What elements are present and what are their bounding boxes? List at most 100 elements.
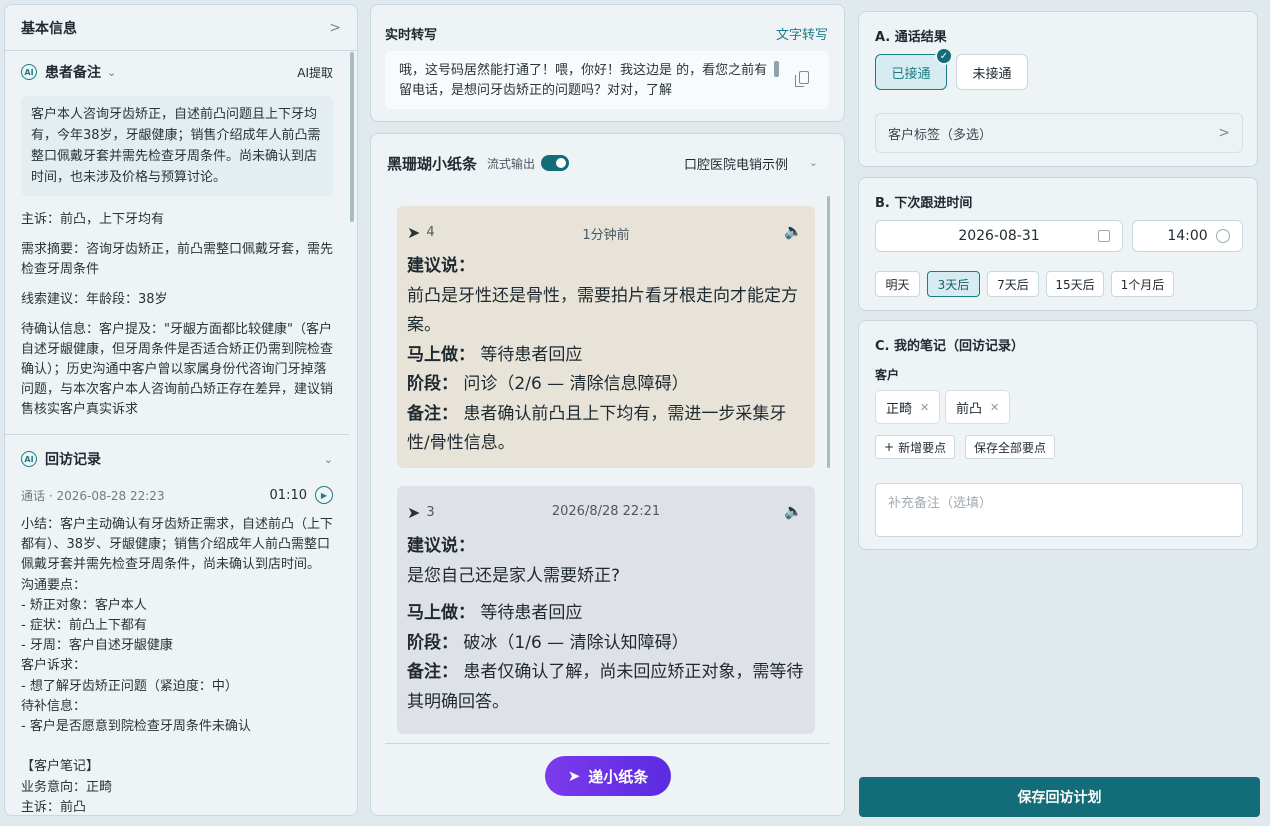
say-label: 建议说：	[407, 256, 475, 276]
patient-note-header: AI 患者备注 ⌄ AI提取	[5, 52, 349, 92]
remark-label: 备注：	[407, 662, 458, 682]
quick-date-chip[interactable]: 明天	[875, 271, 920, 297]
stage-text: 破冰（1/6 — 清除认知障碍）	[463, 632, 689, 653]
remark-label: 备注：	[407, 403, 458, 424]
chevron-down-icon[interactable]: ⌄	[107, 66, 116, 79]
patient-note-text: 客户本人咨询牙齿矫正，自述前凸问题且上下牙均有，今年38岁，牙龈健康；销售介绍成…	[21, 96, 333, 196]
clock-icon	[1216, 229, 1230, 243]
not-connected-button[interactable]: 未接通	[956, 54, 1028, 90]
time-value: 14:00	[1167, 228, 1208, 244]
ai-followup-icon: AI	[21, 451, 37, 467]
left-scroll-area: AI 患者备注 ⌄ AI提取 客户本人咨询牙齿矫正，自述前凸问题且上下牙均有，今…	[5, 52, 349, 815]
left-scrollbar[interactable]	[350, 52, 354, 222]
note-time: 2026/8/28 22:21	[551, 504, 661, 519]
followup-summary: 小结：客户主动确认有牙齿矫正需求，自述前凸（上下都有）、38岁、牙龈健康；销售介…	[21, 517, 334, 815]
note-body: 建议说： 是您自己还是家人需要矫正? 马上做： 等待患者回应 阶段： 破冰（1/…	[407, 532, 805, 717]
add-point-button[interactable]: + 新增要点	[875, 435, 956, 459]
date-value: 2026-08-31	[958, 228, 1040, 244]
scenario-select[interactable]: 口腔医院电销示例	[684, 154, 788, 173]
plus-icon: +	[884, 440, 895, 454]
do-text: 等待患者回应	[480, 603, 583, 623]
chevron-down-icon[interactable]: ⌄	[809, 156, 818, 169]
pending-info-text: 待确认信息：客户提及："牙龈方面都比较健康"（客户自述牙龈健康，但牙周条件是否适…	[21, 322, 334, 417]
stage-label: 阶段：	[407, 374, 458, 394]
patient-note-title: 患者备注	[45, 65, 101, 81]
transcript-title: 实时转写	[385, 27, 438, 43]
my-notes-title: C. 我的笔记（回访记录）	[875, 339, 1025, 354]
customer-label: 客户	[875, 368, 900, 382]
send-note-button[interactable]: ➤ 递小纸条	[545, 756, 671, 796]
say-text: 是您自己还是家人需要矫正?	[407, 565, 621, 586]
close-icon[interactable]: ✕	[990, 401, 999, 414]
followup-header: AI 回访记录 ⌄	[5, 439, 349, 479]
customer-tags-label: 客户标签（多选）	[888, 127, 993, 143]
paper-plane-icon: ➤	[567, 767, 581, 785]
quick-date-chip[interactable]: 15天后	[1046, 271, 1104, 297]
keyword-text: 前凸	[956, 401, 983, 417]
calendar-icon	[1098, 230, 1110, 242]
notes-panel: 黑珊瑚小纸条 流式输出 口腔医院电销示例 ⌄ ➤ 4 1分钟前 🔈 建议说： 前…	[370, 133, 845, 816]
note-card: ➤ 3 2026/8/28 22:21 🔈 建议说： 是您自己还是家人需要矫正?…	[397, 486, 815, 734]
call-result-section: A. 通话结果 已接通 ✓ 未接通 客户标签（多选） >	[858, 11, 1258, 167]
play-icon[interactable]: ▶	[315, 486, 333, 504]
note-card: ➤ 4 1分钟前 🔈 建议说： 前凸是牙性还是骨性，需要拍片看牙根走向才能定方案…	[397, 206, 815, 468]
say-text: 前凸是牙性还是骨性，需要拍片看牙根走向才能定方案。	[407, 285, 798, 336]
note-body: 建议说： 前凸是牙性还是骨性，需要拍片看牙根走向才能定方案。 马上做： 等待患者…	[407, 252, 805, 459]
call-duration: 01:10	[269, 487, 307, 503]
send-note-label: 递小纸条	[588, 767, 649, 786]
notes-header: 黑珊瑚小纸条 流式输出 口腔医院电销示例 ⌄	[371, 134, 844, 192]
close-icon[interactable]: ✕	[920, 401, 929, 414]
stage-label: 阶段：	[407, 632, 458, 653]
chevron-right-icon: >	[1218, 125, 1230, 141]
call-result-title: A. 通话结果	[875, 30, 947, 45]
check-icon: ✓	[935, 47, 953, 65]
remark-text: 患者仅确认了解，尚未回应矫正对象，需等待其明确回答。	[407, 662, 804, 712]
basic-info-header[interactable]: 基本信息 >	[5, 5, 357, 51]
transcript-scrollbar[interactable]	[774, 61, 779, 77]
ai-extract-button[interactable]: AI提取	[297, 64, 333, 81]
say-label: 建议说：	[407, 536, 475, 556]
remark-text: 患者确认前凸且上下均有，需进一步采集牙性/骨性信息。	[407, 403, 787, 454]
keyword-text: 正畸	[886, 401, 913, 417]
save-points-button[interactable]: 保存全部要点	[965, 435, 1056, 459]
next-followup-title: B. 下次跟进时间	[875, 196, 973, 211]
keyword-chip: 前凸 ✕	[945, 390, 1011, 424]
quick-date-chip[interactable]: 3天后	[927, 271, 980, 297]
basic-info-title: 基本信息	[21, 20, 77, 37]
save-plan-button[interactable]: 保存回访计划	[859, 777, 1260, 817]
demand-summary-text: 需求摘要：咨询牙齿矫正，前凸需整口佩戴牙套，需先检查牙周条件	[21, 242, 334, 277]
stream-output-label: 流式输出	[487, 156, 536, 171]
chevron-down-icon[interactable]: ⌄	[324, 453, 333, 466]
chevron-right-icon[interactable]: >	[329, 20, 341, 36]
followup-title: 回访记录	[45, 452, 101, 468]
quick-date-chip[interactable]: 1个月后	[1111, 271, 1174, 297]
complaint-text: 主诉：前凸，上下牙均有	[21, 212, 165, 227]
transcript-text-box: 哦，这号码居然能打通了！喂，你好！我这边是 的，看您之前有留电话，是想问牙齿矫正…	[385, 51, 829, 109]
speaker-icon[interactable]: 🔈	[784, 502, 803, 520]
quick-date-chip[interactable]: 7天后	[987, 271, 1039, 297]
stage-text: 问诊（2/6 — 清除信息障碍）	[463, 374, 689, 394]
notes-list: ➤ 4 1分钟前 🔈 建议说： 前凸是牙性还是骨性，需要拍片看牙根走向才能定方案…	[385, 192, 831, 744]
time-input[interactable]: 14:00	[1132, 220, 1243, 252]
divider	[385, 743, 830, 744]
do-label: 马上做：	[407, 344, 475, 365]
date-input[interactable]: 2026-08-31	[875, 220, 1123, 252]
next-followup-section: B. 下次跟进时间 2026-08-31 14:00 明天 3天后 7天后 15…	[858, 177, 1258, 311]
note-time: 1分钟前	[582, 228, 630, 243]
transcript-panel: 实时转写 文字转写 哦，这号码居然能打通了！喂，你好！我这边是 的，看您之前有留…	[370, 4, 845, 122]
keyword-chip: 正畸 ✕	[875, 390, 941, 424]
copy-icon[interactable]	[795, 71, 809, 87]
call-meta-text: 通话 · 2026-08-28 22:23	[21, 488, 165, 503]
text-transcribe-link[interactable]: 文字转写	[776, 24, 828, 43]
stream-output-toggle[interactable]	[541, 155, 570, 171]
transcript-text: 哦，这号码居然能打通了！喂，你好！我这边是 的，看您之前有留电话，是想问牙齿矫正…	[399, 63, 768, 98]
speaker-icon[interactable]: 🔈	[784, 222, 803, 240]
lead-suggestion-text: 线索建议：年龄段：38岁	[21, 292, 168, 307]
do-label: 马上做：	[407, 603, 475, 623]
do-text: 等待患者回应	[480, 344, 583, 365]
my-notes-section: C. 我的笔记（回访记录） 客户 正畸 ✕ 前凸 ✕ + 新增要点 保存全部要点…	[858, 320, 1258, 550]
customer-tags-select[interactable]: 客户标签（多选） >	[875, 113, 1243, 153]
ai-note-icon: AI	[21, 64, 37, 80]
remark-textarea[interactable]: 补充备注（选填）	[875, 483, 1243, 537]
divider	[5, 434, 349, 435]
